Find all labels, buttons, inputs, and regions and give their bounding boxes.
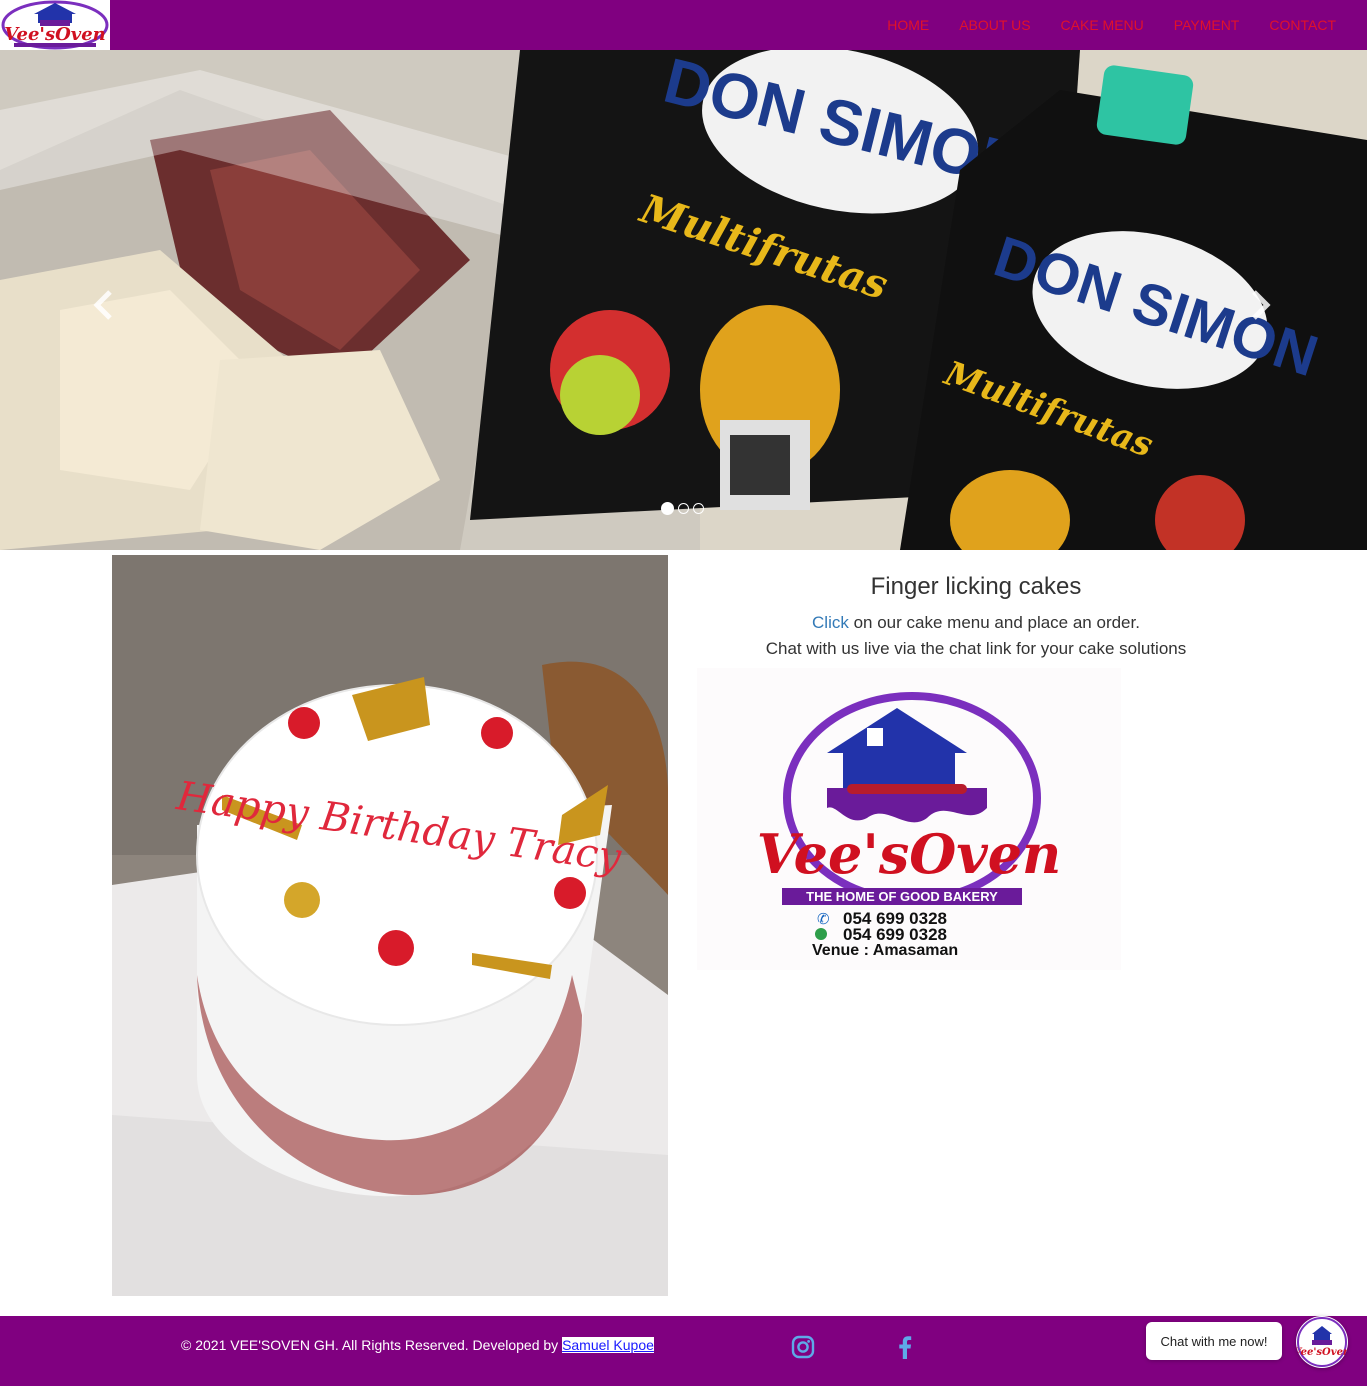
chevron-left-icon <box>93 290 112 320</box>
chat-avatar-logo: Vee'sOven <box>1296 1317 1348 1367</box>
nav-about-us[interactable]: ABOUT US <box>944 0 1045 50</box>
carousel-slide-image: DON SIMON Multifrutas DON SIMON Multifru… <box>0 50 1367 550</box>
svg-text:Vee'sOven: Vee'sOven <box>4 24 106 45</box>
whatsapp-icon <box>815 928 827 940</box>
promo-line-1: Click on our cake menu and place an orde… <box>700 610 1252 662</box>
hero-carousel: DON SIMON Multifrutas DON SIMON Multifru… <box>0 50 1367 550</box>
instagram-icon <box>791 1335 815 1359</box>
promo-line-2: Chat with us live via the chat link for … <box>765 639 1187 658</box>
cake-photo: Happy Birthday Tracy <box>112 555 668 1296</box>
chat-avatar-button[interactable]: Vee'sOven <box>1296 1316 1348 1368</box>
carousel-indicator-1[interactable] <box>661 502 674 515</box>
phone-icon: ✆ <box>817 911 830 928</box>
facebook-icon <box>899 1336 912 1359</box>
logo-tagline: THE HOME OF GOOD BAKERY <box>806 889 998 904</box>
facebook-link[interactable] <box>893 1335 917 1359</box>
main-nav: HOME ABOUT US CAKE MENU PAYMENT CONTACT <box>872 0 1351 50</box>
nav-contact[interactable]: CONTACT <box>1254 0 1351 50</box>
nav-payment[interactable]: PAYMENT <box>1159 0 1255 50</box>
carousel-indicators <box>661 502 704 515</box>
chat-prompt-bubble[interactable]: Chat with me now! <box>1146 1322 1282 1360</box>
promo-line-1-text: on our cake menu and place an order. <box>848 613 1140 632</box>
copyright-text: © 2021 VEE'SOVEN GH. All Rights Reserved… <box>181 1337 654 1353</box>
carousel-indicator-3[interactable] <box>693 503 704 514</box>
instagram-link[interactable] <box>791 1335 815 1359</box>
nav-home[interactable]: HOME <box>872 0 944 50</box>
carousel-prev-button[interactable] <box>84 280 124 330</box>
nav-cake-menu[interactable]: CAKE MENU <box>1046 0 1159 50</box>
developer-link[interactable]: Samuel Kupoe <box>562 1337 654 1353</box>
carousel-next-button[interactable] <box>1240 280 1280 330</box>
top-navbar: Vee'sOven HOME ABOUT US CAKE MENU PAYMEN… <box>0 0 1367 50</box>
promo-section: Finger licking cakes Click on our cake m… <box>700 570 1252 662</box>
brand-logo[interactable]: Vee'sOven <box>0 0 110 50</box>
logo-venue: Venue : Amasaman <box>812 942 958 959</box>
carousel-indicator-2[interactable] <box>678 503 689 514</box>
logo-name: Vee'sOven <box>757 822 1062 886</box>
chevron-right-icon <box>1252 290 1271 320</box>
svg-text:Vee'sOven: Vee'sOven <box>1296 1347 1348 1358</box>
promo-heading: Finger licking cakes <box>870 573 1082 600</box>
business-logo-card: Vee'sOven THE HOME OF GOOD BAKERY ✆ 054 … <box>697 668 1121 970</box>
cake-menu-link[interactable]: Click <box>812 613 849 632</box>
